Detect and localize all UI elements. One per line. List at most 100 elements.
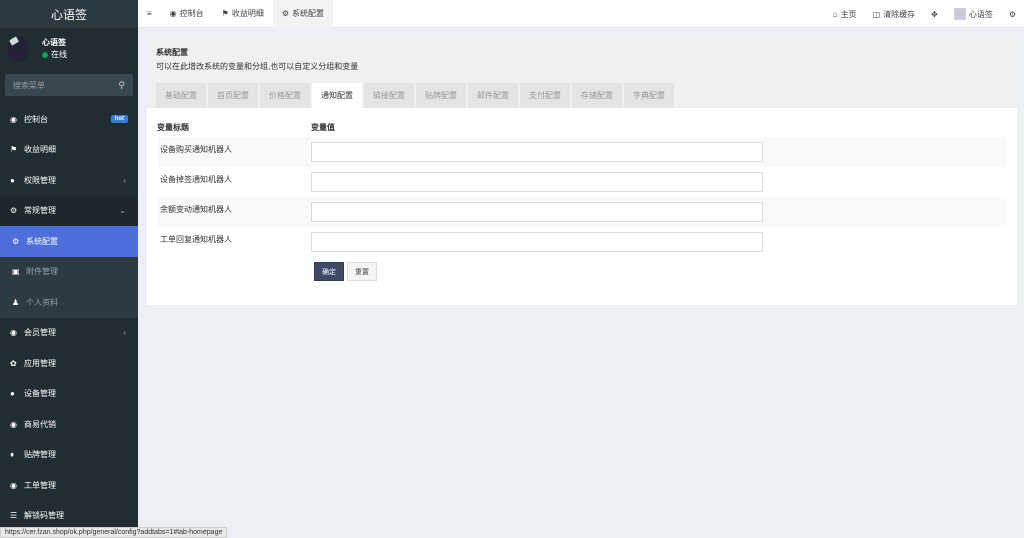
sidebar-toggle-button[interactable]: ≡ — [138, 0, 161, 28]
group-icon: ● — [10, 175, 15, 185]
user-menu[interactable]: 心语签 — [946, 0, 1001, 28]
signature-lost-notify-bot-input[interactable] — [311, 172, 763, 192]
gear-icon: ⚙ — [281, 9, 289, 18]
flag-icon: ⚑ — [10, 145, 18, 155]
sidebar-item-label: 常规管理 — [24, 206, 56, 216]
hot-badge: hot — [110, 115, 128, 124]
sidebar-item-label: 商易代销 — [24, 419, 56, 429]
search-icon[interactable]: ⚲ — [118, 80, 125, 91]
home-link[interactable]: ⌂ 主页 — [825, 0, 865, 28]
user-icon: ♟ — [12, 297, 20, 307]
dashboard-icon: ◉ — [10, 480, 17, 490]
row-value-cell — [311, 137, 1007, 167]
row-value-cell — [311, 227, 1007, 257]
cogs-icon: ⚙ — [10, 206, 18, 216]
leaf-icon: ✿ — [10, 358, 17, 368]
column-header-title: 变量标题 — [157, 123, 189, 132]
table-row: 余额变动通知机器人 — [157, 197, 1007, 227]
chevron-down-icon: ⌄ — [119, 206, 126, 216]
purchase-notify-bot-input[interactable] — [311, 142, 763, 162]
sidebar-item-label: 个人资料 — [26, 297, 58, 307]
tab-dashboard[interactable]: ◉ 控制台 — [161, 0, 213, 28]
home-label: 主页 — [840, 9, 857, 19]
clear-cache-button[interactable]: ◫ 清除缓存 — [865, 0, 924, 28]
user-avatar-icon — [953, 8, 966, 20]
tags-icon: ♦ — [10, 450, 15, 460]
sidebar-item-permissions[interactable]: ● 权限管理 ‹ — [0, 165, 138, 196]
row-label: 设备购买通知机器人 — [157, 137, 311, 167]
sidebar-item-tickets[interactable]: ◉ 工单管理 — [0, 470, 138, 501]
tab-storage[interactable]: 存储配置 — [572, 83, 622, 108]
sidebar-item-devices[interactable]: ● 设备管理 — [0, 379, 138, 410]
column-header-value: 变量值 — [311, 123, 335, 132]
brand-logo[interactable]: 心语签 — [0, 0, 138, 28]
tab-income[interactable]: ⚑ 收益明细 — [213, 0, 273, 28]
sidebar-item-label: 设备管理 — [24, 389, 56, 399]
user-panel: 心语签 在线 — [0, 28, 138, 68]
sidebar-item-general[interactable]: ⚙ 常规管理 ⌄ — [0, 195, 138, 226]
fullscreen-button[interactable]: ✥ — [923, 0, 946, 28]
user-circle-icon: ◉ — [10, 328, 17, 338]
navbar-right: ⌂ 主页 ◫ 清除缓存 ✥ 心语签 ⚙ — [825, 0, 1024, 28]
sidebar-item-oem[interactable]: ♦ 贴牌管理 — [0, 440, 138, 471]
sidebar-item-members[interactable]: ◉ 会员管理 ‹ — [0, 318, 138, 349]
sidebar-item-consignment[interactable]: ◉ 商易代销 — [0, 409, 138, 440]
sidebar-item-label: 应用管理 — [24, 358, 56, 368]
sidebar-item-label: 附件管理 — [26, 267, 58, 277]
sidebar-item-label: 控制台 — [24, 114, 48, 124]
fullscreen-icon: ✥ — [931, 9, 938, 19]
sidebar-item-label: 会员管理 — [24, 328, 56, 338]
page-description: 可以在此增改系统的变量和分组,也可以自定义分组和变量 — [156, 62, 359, 71]
tab-email[interactable]: 邮件配置 — [468, 83, 518, 108]
sidebar-item-dashboard[interactable]: ◉ 控制台 hot — [0, 104, 138, 135]
dashboard-icon: ◉ — [10, 114, 17, 124]
user-name: 心语签 — [42, 38, 66, 47]
online-dot-icon — [42, 51, 48, 58]
tab-notify[interactable]: 通知配置 — [312, 83, 362, 108]
row-label: 工单回复通知机器人 — [160, 235, 232, 244]
bank-icon: ☰ — [10, 511, 18, 521]
cogs-icon: ⚙ — [1008, 9, 1016, 19]
settings-button[interactable]: ⚙ — [1001, 0, 1024, 28]
sidebar-item-label: 收益明细 — [24, 145, 56, 155]
tab-dictionary[interactable]: 字典配置 — [624, 83, 674, 108]
submit-button[interactable]: 确定 — [314, 262, 344, 281]
ticket-reply-notify-bot-input[interactable] — [311, 232, 763, 252]
tab-links[interactable]: 链接配置 — [364, 83, 414, 108]
tab-homepage[interactable]: 首页配置 — [208, 83, 258, 108]
sidebar-item-income[interactable]: ⚑ 收益明细 — [0, 135, 138, 166]
hamburger-icon: ≡ — [147, 9, 152, 18]
chevron-left-icon: ‹ — [123, 175, 126, 185]
config-panel: 系统配置 可以在此增改系统的变量和分组,也可以自定义分组和变量 基础配置 首页配… — [147, 38, 1017, 305]
reset-button[interactable]: 重置 — [347, 262, 377, 281]
sidebar-item-label: 贴牌管理 — [24, 450, 56, 460]
sidebar-item-attachments[interactable]: ▣ 附件管理 — [0, 257, 138, 288]
search-input[interactable]: 搜索菜单 ⚲ — [5, 74, 133, 96]
tab-oem[interactable]: 贴牌配置 — [416, 83, 466, 108]
browser-status-bar: https://cer.fzan.shop/ok.php/general/con… — [0, 527, 228, 538]
tab-payment[interactable]: 支付配置 — [520, 83, 570, 108]
tab-price[interactable]: 价格配置 — [260, 83, 310, 108]
page-title: 系统配置 — [156, 48, 188, 57]
sidebar-item-apps[interactable]: ✿ 应用管理 — [0, 348, 138, 379]
submenu-general: ⚙ 系统配置 ▣ 附件管理 ♟ 个人资料 — [0, 226, 138, 318]
sidebar-item-system-config[interactable]: ⚙ 系统配置 — [0, 226, 138, 257]
balance-change-notify-bot-input[interactable] — [311, 202, 763, 222]
row-value-cell — [311, 197, 1007, 227]
row-label: 余额变动通知机器人 — [157, 197, 311, 227]
trash-icon: ◫ — [872, 9, 881, 19]
tab-label: 收益明细 — [231, 9, 264, 18]
sidebar-item-label: 系统配置 — [26, 236, 58, 246]
search-placeholder: 搜索菜单 — [13, 80, 45, 90]
flag-icon: ⚑ — [221, 9, 229, 18]
table-row: 工单回复通知机器人 — [157, 227, 1007, 257]
sidebar-item-label: 工单管理 — [24, 480, 56, 490]
gear-icon: ⚙ — [12, 236, 20, 246]
tab-basic[interactable]: 基础配置 — [156, 83, 206, 108]
file-image-icon: ▣ — [12, 267, 20, 277]
config-table: 变量标题 变量值 设备购买通知机器人 设备掉签通知机器人 余额变动通知机器人 工… — [157, 118, 1007, 257]
sidebar-item-profile[interactable]: ♟ 个人资料 — [0, 287, 138, 318]
tab-system-config[interactable]: ⚙ 系统配置 — [272, 0, 333, 28]
user-menu-label: 心语签 — [968, 9, 993, 19]
user-status: 在线 — [42, 49, 67, 60]
